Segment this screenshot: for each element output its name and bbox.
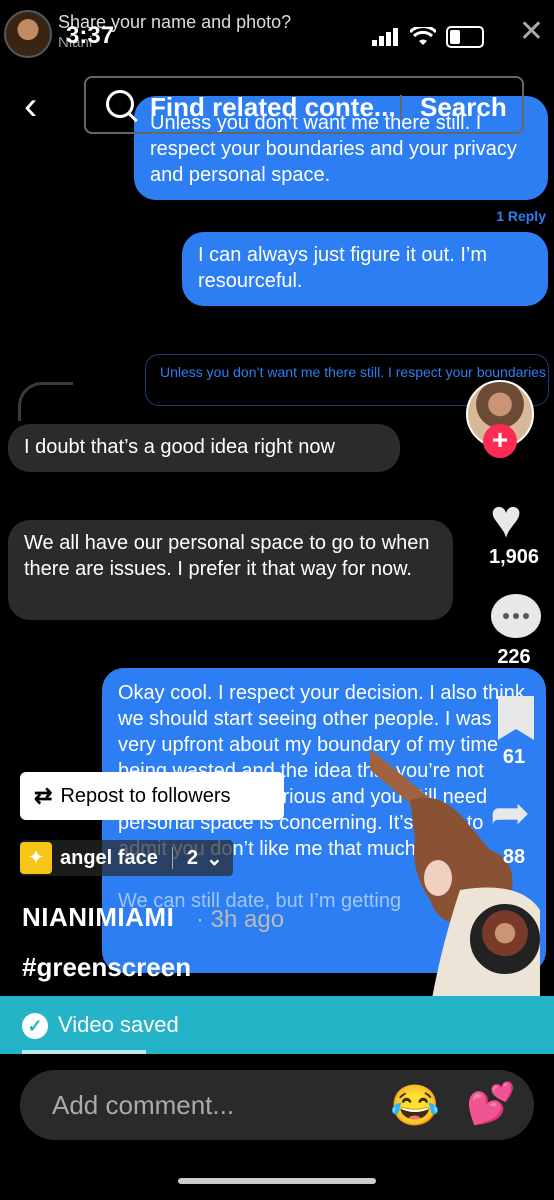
home-indicator — [178, 1178, 376, 1184]
effect-tag[interactable]: ✦ angel face 2 ⌄ — [20, 840, 233, 876]
search-input[interactable]: Find related conte... — [150, 92, 396, 123]
search-button[interactable]: Search — [420, 92, 507, 123]
heart-icon[interactable]: ♥ — [490, 492, 522, 546]
back-icon[interactable]: ‹ — [24, 86, 37, 126]
hearts-emoji-button[interactable]: 💕 — [466, 1080, 516, 1127]
repost-label: Repost to followers — [60, 784, 231, 807]
status-icons — [372, 26, 484, 48]
signal-icon — [372, 28, 398, 46]
search-divider — [400, 95, 402, 119]
wifi-icon — [410, 27, 436, 45]
message-bubble-received-1: I doubt that’s a good idea right now — [8, 424, 400, 472]
battery-icon — [446, 26, 484, 48]
status-time: 3:37 — [66, 22, 115, 49]
comment-placeholder[interactable]: Add comment... — [52, 1090, 234, 1121]
reply-count[interactable]: 1 Reply — [496, 208, 546, 224]
save-count: 61 — [502, 746, 526, 768]
message-bubble-sent-2: I can always just figure it out. I’m res… — [182, 232, 548, 306]
effect-divider — [171, 847, 173, 869]
music-disc[interactable] — [470, 904, 540, 974]
creator-username[interactable]: NIANIMIAMI — [22, 902, 174, 933]
hashtag-link[interactable]: #greenscreen — [22, 952, 191, 983]
search-icon — [106, 90, 134, 118]
effect-name: angel face — [60, 846, 158, 869]
close-icon[interactable]: ✕ — [519, 14, 544, 49]
post-time: · 3h ago — [196, 906, 285, 933]
effect-count: 2 — [186, 846, 198, 869]
check-icon: ✓ — [22, 1013, 48, 1039]
comment-icon[interactable] — [491, 594, 541, 638]
repost-icon: ⇄ — [34, 783, 53, 808]
share-icon[interactable]: ➦ — [490, 790, 530, 838]
chevron-down-icon: ⌄ — [205, 847, 223, 870]
toast-text: Video saved — [58, 1012, 179, 1037]
sparkle-icon: ✦ — [20, 842, 52, 874]
laughing-emoji-button[interactable]: 😂 — [390, 1082, 440, 1129]
share-count: 88 — [502, 846, 526, 868]
follow-button[interactable]: + — [483, 424, 517, 458]
message-bubble-received-2: We all have our personal space to go to … — [8, 520, 453, 620]
toast-progress — [22, 1050, 146, 1054]
repost-button[interactable]: ⇄ Repost to followers — [20, 772, 284, 820]
comment-count: 226 — [497, 646, 531, 668]
like-count: 1,906 — [488, 546, 540, 568]
status-avatar[interactable] — [4, 10, 52, 58]
reply-arc — [18, 382, 73, 421]
